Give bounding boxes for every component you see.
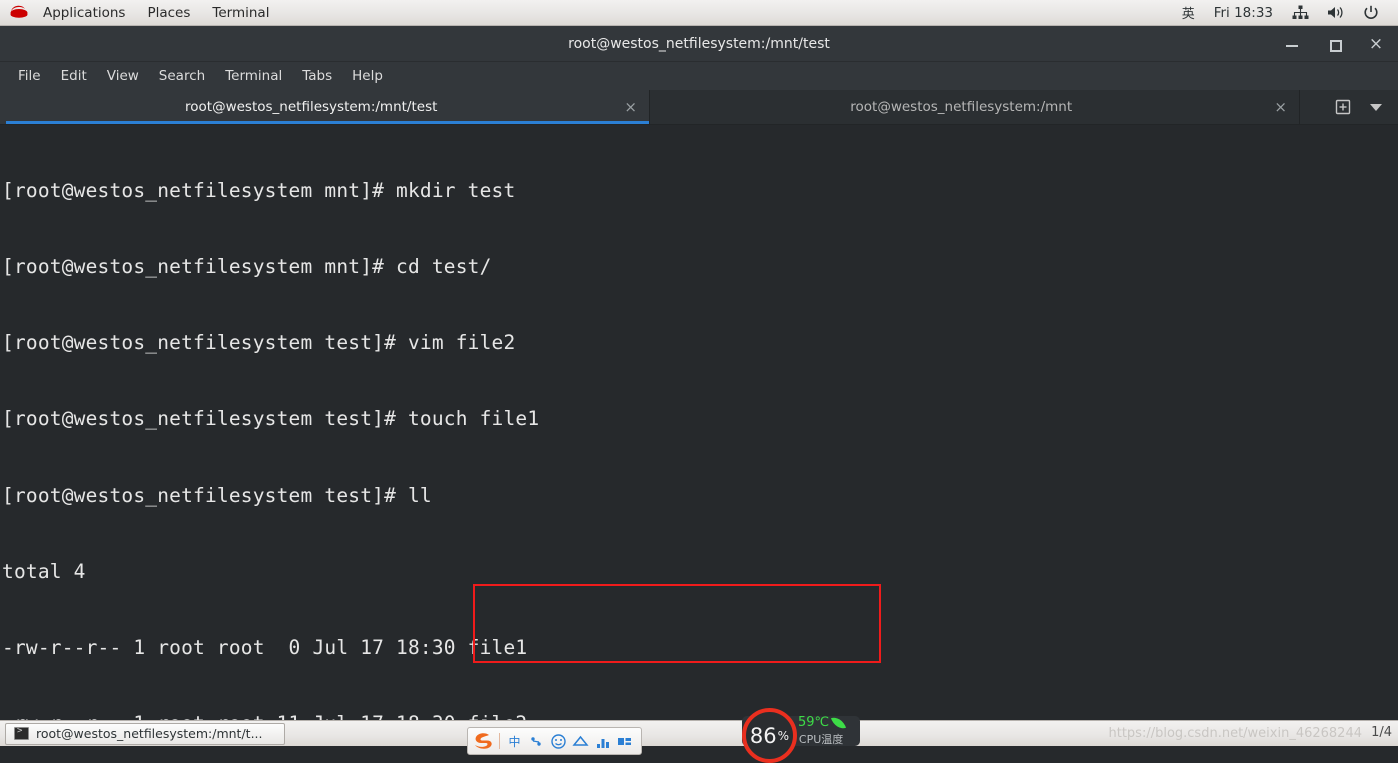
topbar-menu-applications[interactable]: Applications bbox=[32, 1, 136, 25]
gnome-top-bar: Applications Places Terminal 英 Fri 18:33 bbox=[0, 0, 1398, 26]
cloud-icon[interactable] bbox=[571, 732, 590, 751]
maximize-button[interactable] bbox=[1326, 36, 1342, 52]
menu-help[interactable]: Help bbox=[342, 65, 393, 87]
keyboard-icon[interactable] bbox=[615, 732, 634, 751]
cpu-usage-gauge[interactable]: 86 % bbox=[742, 708, 797, 763]
terminal-window: root@westos_netfilesystem:/mnt/test × Fi… bbox=[0, 26, 1398, 720]
menu-tabs[interactable]: Tabs bbox=[292, 65, 342, 87]
tab-label: root@westos_netfilesystem:/mnt/test bbox=[185, 99, 438, 115]
percent-symbol: % bbox=[777, 728, 790, 743]
menu-file[interactable]: File bbox=[8, 65, 51, 87]
terminal-line: total 4 bbox=[2, 559, 86, 583]
tab-mnt-test[interactable]: root@westos_netfilesystem:/mnt/test × bbox=[0, 90, 650, 124]
chinese-mode-icon[interactable]: 中 bbox=[505, 732, 524, 751]
topbar-clock[interactable]: Fri 18:33 bbox=[1204, 3, 1283, 23]
tab-close-icon[interactable]: × bbox=[1274, 99, 1287, 115]
cpu-temperature-label: CPU温度 bbox=[798, 733, 844, 746]
menu-view[interactable]: View bbox=[97, 65, 149, 87]
new-tab-icon[interactable] bbox=[1334, 98, 1352, 116]
menu-bar: File Edit View Search Terminal Tabs Help bbox=[0, 62, 1398, 90]
network-icon[interactable] bbox=[1283, 3, 1318, 22]
taskbar-window-button[interactable]: root@westos_netfilesystem:/mnt/t... bbox=[5, 722, 285, 745]
redhat-logo-icon bbox=[8, 4, 30, 22]
tab-mnt[interactable]: root@westos_netfilesystem:/mnt × bbox=[650, 90, 1300, 124]
topbar-menu-places[interactable]: Places bbox=[136, 1, 201, 25]
terminal-line: -rw-r--r-- 1 root root 0 Jul 17 18:30 fi… bbox=[2, 636, 528, 660]
cpu-usage-value: 86 bbox=[749, 723, 777, 748]
tab-bar: root@westos_netfilesystem:/mnt/test × ro… bbox=[0, 90, 1398, 125]
window-title: root@westos_netfilesystem:/mnt/test bbox=[568, 35, 830, 52]
punctuation-icon[interactable] bbox=[527, 732, 546, 751]
chevron-down-icon[interactable] bbox=[1370, 103, 1382, 111]
cpu-temperature-value: 59℃ bbox=[798, 716, 830, 730]
window-title-bar[interactable]: root@westos_netfilesystem:/mnt/test × bbox=[0, 26, 1398, 62]
taskbar-window-label: root@westos_netfilesystem:/mnt/t... bbox=[36, 726, 263, 741]
terminal-line: [root@westos_netfilesystem test]# touch … bbox=[2, 407, 540, 431]
terminal-line: [root@westos_netfilesystem mnt]# cd test… bbox=[2, 255, 492, 279]
taskbar: root@westos_netfilesystem:/mnt/t... http… bbox=[0, 720, 1398, 746]
minimize-button[interactable] bbox=[1284, 36, 1300, 52]
page-number: 1/4 bbox=[1371, 725, 1392, 740]
terminal-line: [root@westos_netfilesystem test]# ll bbox=[2, 483, 432, 507]
volume-icon[interactable] bbox=[1318, 3, 1354, 22]
menu-terminal[interactable]: Terminal bbox=[215, 65, 292, 87]
watermark-text: https://blog.csdn.net/weixin_46268244 bbox=[1108, 726, 1362, 741]
terminal-text: [root@westos_netfilesystem mnt]# mkdir t… bbox=[2, 127, 1398, 720]
ime-separator bbox=[499, 733, 500, 749]
close-button[interactable]: × bbox=[1368, 35, 1384, 52]
toolbox-icon[interactable] bbox=[593, 732, 612, 751]
terminal-line: [root@westos_netfilesystem test]# vim fi… bbox=[2, 331, 516, 355]
sogou-ime-toolbar[interactable]: 中 bbox=[467, 727, 642, 755]
topbar-menu-terminal[interactable]: Terminal bbox=[201, 1, 280, 25]
tab-label: root@westos_netfilesystem:/mnt bbox=[850, 99, 1073, 115]
terminal-icon bbox=[14, 726, 29, 740]
power-icon[interactable] bbox=[1354, 3, 1388, 23]
terminal-line: [root@westos_netfilesystem mnt]# mkdir t… bbox=[2, 178, 516, 202]
menu-edit[interactable]: Edit bbox=[51, 65, 97, 87]
menu-search[interactable]: Search bbox=[149, 65, 215, 87]
tab-close-icon[interactable]: × bbox=[624, 99, 637, 115]
input-method-indicator[interactable]: 英 bbox=[1173, 1, 1204, 24]
emoji-icon[interactable] bbox=[549, 732, 568, 751]
svg-text:中: 中 bbox=[508, 734, 520, 749]
terminal-line: -rw-r--r-- 1 root root 11 Jul 17 18:30 f… bbox=[2, 711, 1398, 720]
leaf-icon bbox=[831, 716, 847, 731]
sogou-logo-icon[interactable] bbox=[472, 731, 494, 751]
terminal-output-area[interactable]: [root@westos_netfilesystem mnt]# mkdir t… bbox=[0, 125, 1398, 720]
